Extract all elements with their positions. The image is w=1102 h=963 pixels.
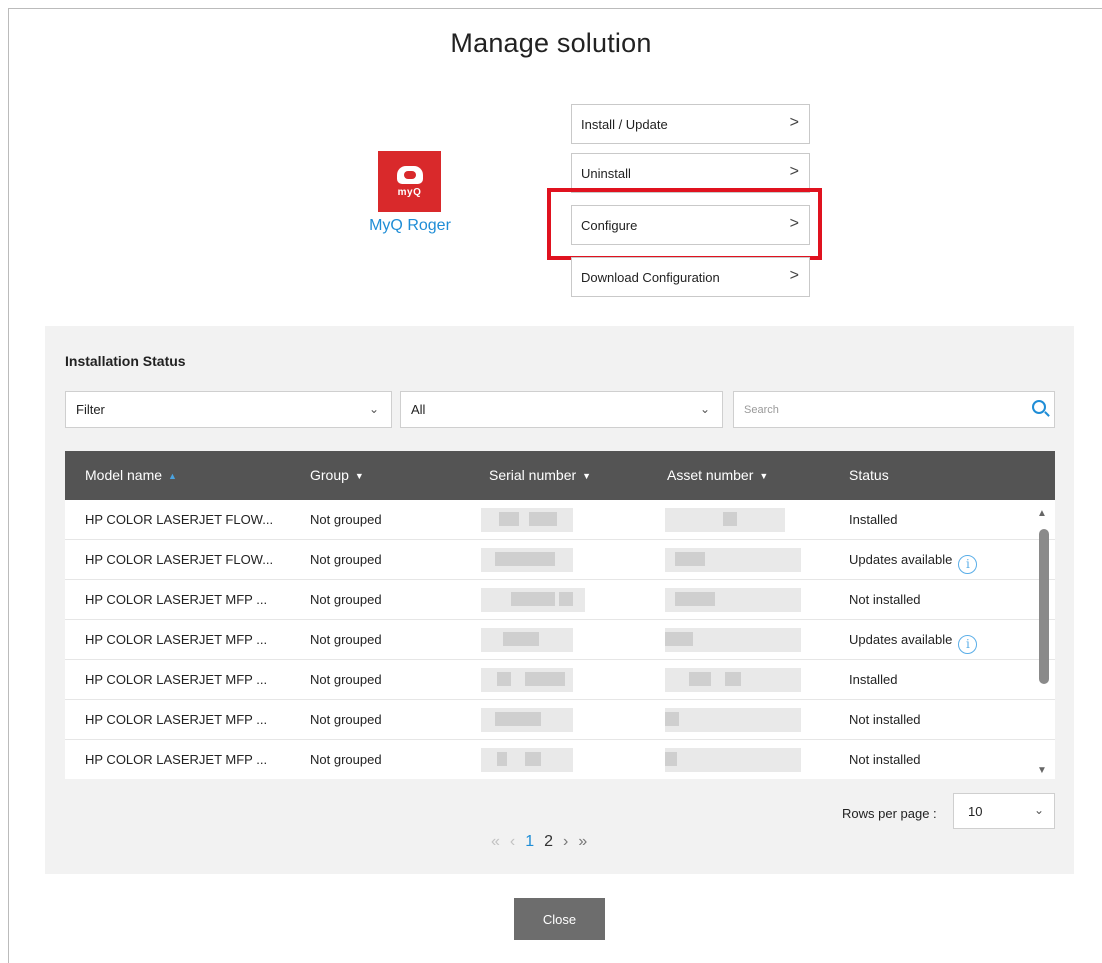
configure-highlight-box: [547, 188, 822, 260]
table-row[interactable]: HP COLOR LASERJET MFP ... Not grouped No…: [65, 580, 1055, 620]
asset-redacted: [665, 548, 801, 572]
cell-model: HP COLOR LASERJET FLOW...: [85, 512, 274, 527]
cell-model: HP COLOR LASERJET MFP ...: [85, 632, 268, 647]
serial-redacted: [481, 668, 573, 692]
cell-model: HP COLOR LASERJET MFP ...: [85, 752, 268, 767]
sort-asc-icon: ▲: [168, 471, 177, 481]
chevron-right-icon: >: [789, 267, 799, 284]
cell-group: Not grouped: [310, 552, 382, 567]
cell-status: Not installed: [849, 712, 921, 727]
serial-redacted: [481, 708, 573, 732]
cell-group: Not grouped: [310, 672, 382, 687]
cell-status: Not installed: [849, 592, 921, 607]
rows-per-page-select[interactable]: 10 ⌄: [953, 793, 1055, 829]
cell-model: HP COLOR LASERJET FLOW...: [85, 552, 274, 567]
column-header-status: Status: [849, 467, 889, 483]
sort-desc-icon: ▼: [582, 471, 592, 481]
myq-logo: myQ: [378, 151, 441, 212]
cell-group: Not grouped: [310, 632, 382, 647]
search-placeholder: Search: [744, 403, 779, 416]
group-filter-value: All: [411, 402, 426, 417]
scroll-up-icon[interactable]: ▲: [1037, 508, 1047, 519]
page-2-link[interactable]: 2: [544, 833, 553, 851]
cell-model: HP COLOR LASERJET MFP ...: [85, 672, 268, 687]
rows-per-page-value: 10: [968, 803, 983, 819]
column-header-model[interactable]: Model name ▲: [85, 467, 177, 483]
chevron-down-icon: ⌄: [699, 402, 710, 416]
asset-redacted: [665, 708, 801, 732]
serial-redacted: [481, 588, 585, 612]
action-label: Install / Update: [581, 116, 668, 132]
chevron-down-icon: ⌄: [1033, 803, 1044, 817]
table-header: Model name ▲ Group ▼ Serial number ▼ Asset …: [65, 451, 1055, 500]
serial-redacted: [481, 508, 573, 532]
close-button[interactable]: Close: [514, 898, 605, 940]
cell-model: HP COLOR LASERJET MFP ...: [85, 712, 268, 727]
page-1-link[interactable]: 1: [525, 833, 534, 851]
search-icon[interactable]: [1032, 400, 1046, 414]
installation-status-panel: Installation Status Filter ⌄ All ⌄ Searc…: [45, 326, 1074, 874]
sort-desc-icon: ▼: [354, 471, 364, 481]
column-header-asset[interactable]: Asset number ▼: [667, 467, 768, 483]
action-label: Download Configuration: [581, 269, 720, 285]
first-page-icon[interactable]: «: [491, 833, 500, 851]
cell-status: Updates available i: [849, 632, 978, 654]
cell-status: Not installed: [849, 752, 921, 767]
column-header-serial[interactable]: Serial number ▼: [489, 467, 591, 483]
installation-table: Model name ▲ Group ▼ Serial number ▼ Asset …: [65, 451, 1055, 779]
cell-group: Not grouped: [310, 712, 382, 727]
scroll-down-icon[interactable]: ▼: [1037, 765, 1047, 776]
table-row[interactable]: HP COLOR LASERJET FLOW... Not grouped In…: [65, 500, 1055, 540]
cell-model: HP COLOR LASERJET MFP ...: [85, 592, 268, 607]
filter-select[interactable]: Filter ⌄: [65, 391, 392, 428]
filter-value: Filter: [76, 402, 105, 417]
group-filter-select[interactable]: All ⌄: [400, 391, 723, 428]
sort-desc-icon: ▼: [759, 471, 769, 481]
table-row[interactable]: HP COLOR LASERJET MFP ... Not grouped Up…: [65, 620, 1055, 660]
chevron-down-icon: ⌄: [368, 402, 379, 416]
search-input[interactable]: Search: [733, 391, 1055, 428]
asset-redacted: [665, 668, 801, 692]
app-name-link[interactable]: MyQ Roger: [348, 217, 472, 235]
info-icon[interactable]: i: [958, 555, 978, 574]
serial-redacted: [481, 548, 573, 572]
panel-title: Installation Status: [65, 353, 186, 369]
pagination: « ‹ 1 2 › »: [491, 833, 587, 851]
table-row[interactable]: HP COLOR LASERJET FLOW... Not grouped Up…: [65, 540, 1055, 580]
last-page-icon[interactable]: »: [578, 833, 587, 851]
prev-page-icon[interactable]: ‹: [510, 833, 515, 851]
cell-group: Not grouped: [310, 592, 382, 607]
asset-redacted: [665, 628, 801, 652]
serial-redacted: [481, 628, 573, 652]
rows-per-page-label: Rows per page :: [842, 806, 937, 821]
cell-status: Installed: [849, 672, 898, 687]
action-label: Uninstall: [581, 165, 631, 181]
install-update-button[interactable]: Install / Update >: [571, 104, 810, 144]
table-row[interactable]: HP COLOR LASERJET MFP ... Not grouped In…: [65, 660, 1055, 700]
cell-group: Not grouped: [310, 752, 382, 767]
table-row[interactable]: HP COLOR LASERJET MFP ... Not grouped No…: [65, 740, 1055, 779]
asset-redacted: [665, 748, 801, 772]
serial-redacted: [481, 748, 573, 772]
logo-text: myQ: [397, 186, 422, 198]
next-page-icon[interactable]: ›: [563, 833, 568, 851]
chevron-right-icon: >: [789, 114, 799, 131]
column-header-group[interactable]: Group ▼: [310, 467, 364, 483]
cell-group: Not grouped: [310, 512, 382, 527]
uninstall-button[interactable]: Uninstall >: [571, 153, 810, 193]
cloud-icon: [396, 165, 423, 184]
cell-status: Updates available i: [849, 552, 978, 574]
download-configuration-button[interactable]: Download Configuration >: [571, 257, 810, 297]
cell-status: Installed: [849, 512, 898, 527]
scrollbar-thumb[interactable]: [1039, 529, 1049, 684]
chevron-right-icon: >: [789, 163, 799, 180]
dialog-title: Manage solution: [450, 28, 652, 58]
asset-redacted: [665, 508, 785, 532]
info-icon[interactable]: i: [958, 635, 978, 654]
table-row[interactable]: HP COLOR LASERJET MFP ... Not grouped No…: [65, 700, 1055, 740]
asset-redacted: [665, 588, 801, 612]
